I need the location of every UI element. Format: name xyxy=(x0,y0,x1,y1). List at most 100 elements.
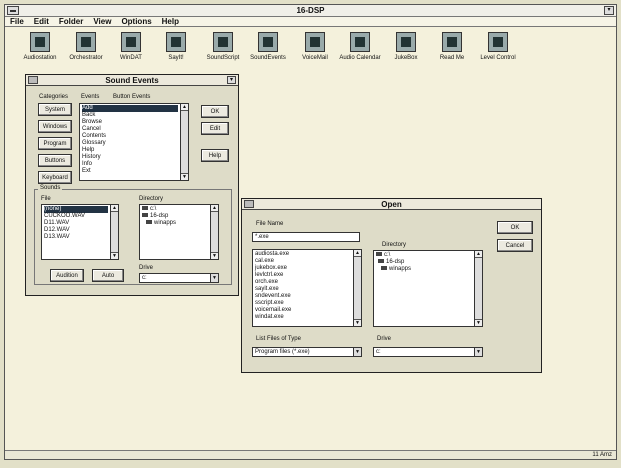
open-files-scrollbar[interactable]: ▲ ▼ xyxy=(353,250,361,326)
list-item[interactable]: D12.WAV xyxy=(44,227,108,234)
category-keyboard-button[interactable]: Keyboard xyxy=(38,171,72,184)
chevron-down-icon[interactable]: ▾ xyxy=(227,76,236,84)
level-control-icon xyxy=(488,32,508,52)
tool-audio-calendar[interactable]: Audio Calendar xyxy=(337,32,383,61)
sound-events-title-bar[interactable]: Sound Events ▾ xyxy=(26,75,238,86)
category-windows-button[interactable]: Windows xyxy=(38,120,72,133)
scroll-up-icon[interactable]: ▲ xyxy=(111,205,118,212)
tool-jukebox[interactable]: JukeBox xyxy=(383,32,429,61)
list-item[interactable]: orch.exe xyxy=(255,279,351,286)
scroll-down-icon[interactable]: ▼ xyxy=(111,252,118,259)
directory-scrollbar[interactable]: ▲ ▼ xyxy=(210,205,218,259)
restore-icon[interactable]: ▾ xyxy=(604,6,614,15)
scroll-down-icon[interactable]: ▼ xyxy=(475,319,482,326)
open-dialog: Open File Name *.exe audiosta.exe cal.ex… xyxy=(241,198,542,373)
list-item[interactable]: Browse xyxy=(82,119,178,126)
chevron-down-icon[interactable]: ▼ xyxy=(210,274,218,282)
list-item[interactable]: Ext xyxy=(82,168,178,175)
file-name-input[interactable]: *.exe xyxy=(252,232,360,242)
tool-voicemail[interactable]: VoiceMail xyxy=(292,32,338,61)
soundevents-icon xyxy=(258,32,278,52)
list-item[interactable]: D11.WAV xyxy=(44,220,108,227)
sound-files-list[interactable]: (none) CUCKOO.WAV D11.WAV D12.WAV D13.WA… xyxy=(41,204,119,260)
open-files-list[interactable]: audiosta.exe cal.exe jukebox.exe levlctr… xyxy=(252,249,362,327)
menu-folder[interactable]: Folder xyxy=(54,17,88,27)
list-item[interactable]: winapps xyxy=(376,266,472,273)
scroll-up-icon[interactable]: ▲ xyxy=(211,205,218,212)
drive-label: Drive xyxy=(139,265,154,271)
list-item[interactable]: Info xyxy=(82,161,178,168)
list-item[interactable]: cal.exe xyxy=(255,258,351,265)
menu-help[interactable]: Help xyxy=(157,17,184,27)
open-directory-scrollbar[interactable]: ▲ ▼ xyxy=(474,251,482,326)
title-bar[interactable]: 16-DSP ▾ xyxy=(5,5,616,17)
cancel-button[interactable]: Cancel xyxy=(497,239,533,252)
menu-options[interactable]: Options xyxy=(116,17,156,27)
auto-button[interactable]: Auto xyxy=(92,269,124,282)
category-buttons-button[interactable]: Buttons xyxy=(38,154,72,167)
list-item[interactable]: winapps xyxy=(142,220,208,227)
scroll-up-icon[interactable]: ▲ xyxy=(181,104,188,111)
list-item[interactable]: History xyxy=(82,154,178,161)
tool-orchestrator[interactable]: Orchestrator xyxy=(63,32,109,61)
list-item[interactable]: Contents xyxy=(82,133,178,140)
list-item[interactable]: Cancel xyxy=(82,126,178,133)
list-item[interactable]: Add xyxy=(82,105,178,112)
file-label: File xyxy=(41,196,51,202)
open-title-bar[interactable]: Open xyxy=(242,199,541,210)
list-item[interactable]: (none) xyxy=(44,206,108,213)
events-scrollbar[interactable]: ▲ ▼ xyxy=(180,104,188,180)
edit-button[interactable]: Edit xyxy=(201,122,229,135)
chevron-down-icon[interactable]: ▼ xyxy=(353,348,361,356)
list-item[interactable]: jukebox.exe xyxy=(255,265,351,272)
list-item[interactable]: Back xyxy=(82,112,178,119)
list-item[interactable]: 16-dsp xyxy=(376,259,472,266)
list-item[interactable]: c:\ xyxy=(376,252,472,259)
drive-label: Drive xyxy=(377,336,392,342)
tool-read-me[interactable]: Read Me xyxy=(429,32,475,61)
tool-audiostation[interactable]: Audiostation xyxy=(17,32,63,61)
list-item[interactable]: levlctrl.exe xyxy=(255,272,351,279)
list-item[interactable]: sndevent.exe xyxy=(255,293,351,300)
tool-windat[interactable]: WinDAT xyxy=(108,32,154,61)
list-item[interactable]: c:\ xyxy=(142,206,208,213)
menu-file[interactable]: File xyxy=(5,17,29,27)
files-scrollbar[interactable]: ▲ ▼ xyxy=(110,205,118,259)
category-program-button[interactable]: Program xyxy=(38,137,72,150)
tool-soundevents[interactable]: SoundEvents xyxy=(245,32,291,61)
help-button[interactable]: Help xyxy=(201,149,229,162)
program-icons: Audiostation Orchestrator WinDAT SayIt! … xyxy=(5,28,616,70)
scroll-down-icon[interactable]: ▼ xyxy=(211,252,218,259)
chevron-down-icon[interactable]: ▼ xyxy=(474,348,482,356)
tool-sayit[interactable]: SayIt! xyxy=(153,32,199,61)
list-item[interactable]: sscript.exe xyxy=(255,300,351,307)
list-item[interactable]: Help xyxy=(82,147,178,154)
list-item[interactable]: CUCKOO.WAV xyxy=(44,213,108,220)
sound-directory-list[interactable]: c:\ 16-dsp winapps ▲ ▼ xyxy=(139,204,219,260)
drive-select[interactable]: c: ▼ xyxy=(373,347,483,357)
window-title: 16-DSP xyxy=(296,6,325,15)
list-item[interactable]: 16-dsp xyxy=(142,213,208,220)
list-item[interactable]: windat.exe xyxy=(255,314,351,321)
events-list[interactable]: Add Back Browse Cancel Contents Glossary… xyxy=(79,103,189,181)
tool-level-control[interactable]: Level Control xyxy=(475,32,521,61)
menu-edit[interactable]: Edit xyxy=(29,17,54,27)
list-item[interactable]: Glossary xyxy=(82,140,178,147)
menu-view[interactable]: View xyxy=(88,17,116,27)
list-item[interactable]: sayit.exe xyxy=(255,286,351,293)
scroll-down-icon[interactable]: ▼ xyxy=(181,173,188,180)
list-item[interactable]: D13.WAV xyxy=(44,234,108,241)
tool-soundscript[interactable]: SoundScript xyxy=(200,32,246,61)
scroll-down-icon[interactable]: ▼ xyxy=(354,319,361,326)
list-item[interactable]: audiosta.exe xyxy=(255,251,351,258)
file-type-select[interactable]: Program files (*.exe) ▼ xyxy=(252,347,362,357)
scroll-up-icon[interactable]: ▲ xyxy=(475,251,482,258)
list-item[interactable]: voicemail.exe xyxy=(255,307,351,314)
scroll-up-icon[interactable]: ▲ xyxy=(354,250,361,257)
ok-button[interactable]: OK xyxy=(201,105,229,118)
open-directory-list[interactable]: c:\ 16-dsp winapps ▲ ▼ xyxy=(373,250,483,327)
category-system-button[interactable]: System xyxy=(38,103,72,116)
drive-select[interactable]: c: ▼ xyxy=(139,273,219,283)
audition-button[interactable]: Audition xyxy=(50,269,84,282)
ok-button[interactable]: OK xyxy=(497,221,533,234)
